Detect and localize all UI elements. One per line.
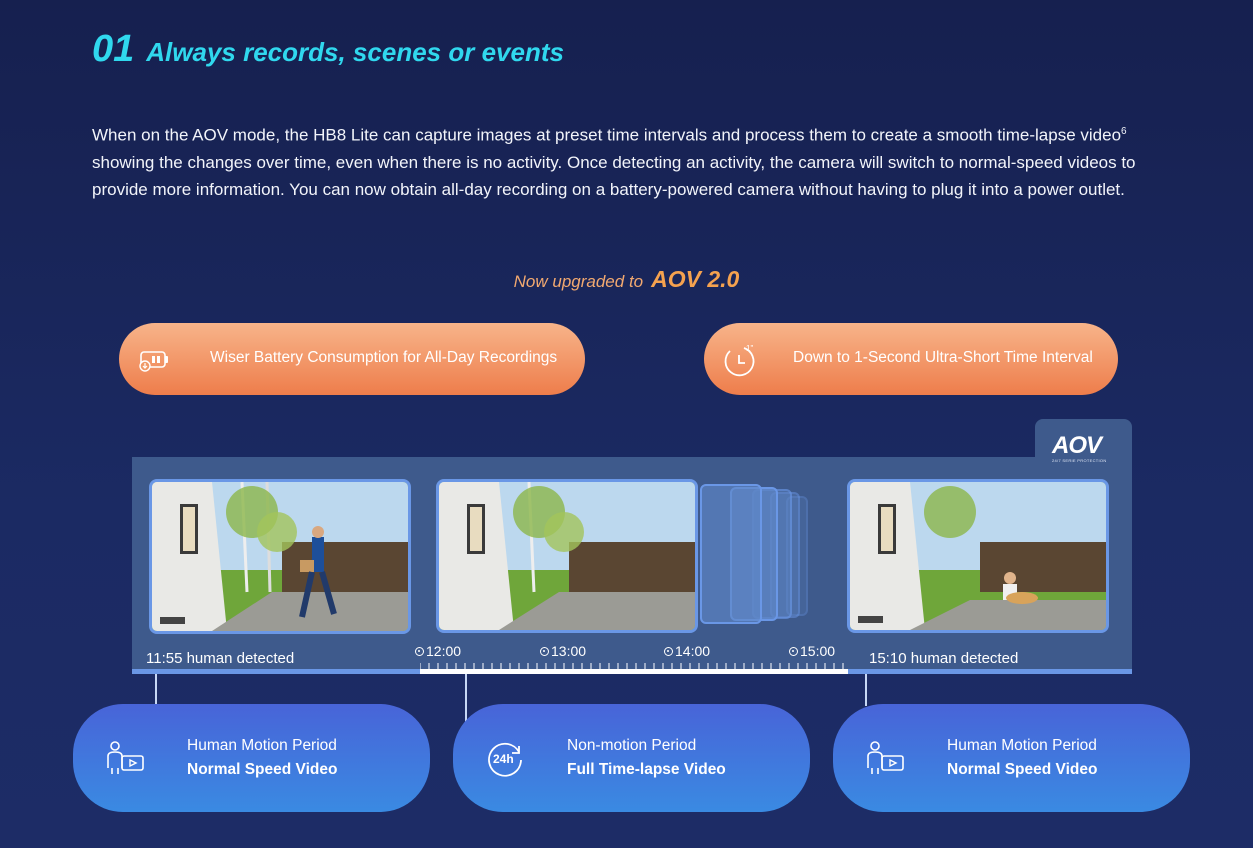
tick-label-1500: 15:00 (789, 643, 835, 659)
tick-text: 12:00 (426, 643, 462, 659)
connector-line (865, 674, 867, 706)
feature-pill-battery: Wiser Battery Consumption for All-Day Re… (119, 323, 585, 395)
tick-text: 14:00 (675, 643, 711, 659)
upgrade-name: AOV 2.0 (651, 266, 740, 292)
section-description: When on the AOV mode, the HB8 Lite can c… (92, 118, 1182, 203)
scene-image-human-1 (149, 479, 411, 634)
connector-line (155, 674, 157, 704)
timeline-motion-segment-1 (132, 669, 420, 674)
card-title: Non-motion Period (567, 737, 697, 754)
section-title: Always records, scenes or events (146, 37, 564, 67)
battery-icon (139, 351, 168, 372)
tick-label-1300: 13:00 (540, 643, 586, 659)
card-subtitle: Full Time-lapse Video (567, 761, 726, 778)
right-event-label: 15:10 human detected (869, 650, 1019, 667)
card-subtitle: Normal Speed Video (947, 761, 1098, 778)
timeline-ticks (420, 663, 844, 670)
timer-icon: 1" (724, 344, 755, 377)
tick-text: 15:00 (800, 643, 836, 659)
scene-image-human-2 (847, 479, 1109, 633)
tick-marker-icon (664, 646, 673, 656)
description-text-rest: showing the changes over time, even when… (92, 152, 1136, 199)
section-number: 01 (92, 28, 135, 70)
tick-marker-icon (540, 646, 549, 656)
card-title: Human Motion Period (187, 737, 337, 754)
aov-logo-tagline: 24/7 SERIE PROTECTION (1052, 458, 1107, 463)
upgrade-banner: Now upgraded to AOV 2.0 (0, 266, 1253, 293)
feature-label-battery: Wiser Battery Consumption for All-Day Re… (210, 349, 558, 366)
card-human-motion-1: Human Motion Period Normal Speed Video (73, 704, 430, 812)
scene-illustration (850, 482, 1106, 630)
upgrade-prefix: Now upgraded to (513, 272, 644, 291)
card-non-motion: 24h Non-motion Period Full Time-lapse Vi… (453, 704, 810, 812)
tick-label-1200: 12:00 (415, 643, 461, 659)
connector-line (465, 674, 467, 722)
person-video-icon (867, 741, 904, 774)
timeline-motion-segment-2 (848, 669, 1132, 674)
footnote-marker: 6 (1121, 126, 1127, 137)
description-text: When on the AOV mode, the HB8 Lite can c… (92, 125, 1122, 145)
tick-marker-icon (415, 646, 424, 656)
tick-marker-icon (789, 646, 798, 656)
timer-icon-text: 1" (746, 344, 753, 353)
person-video-icon (107, 741, 144, 774)
feature-label-interval: Down to 1-Second Ultra-Short Time Interv… (793, 349, 1093, 366)
card-title: Human Motion Period (947, 737, 1097, 754)
24h-icon: 24h (488, 742, 522, 777)
feature-pill-interval: 1" Down to 1-Second Ultra-Short Time Int… (704, 323, 1118, 395)
scene-illustration (152, 482, 408, 631)
timelapse-frame (700, 484, 762, 624)
aov-logo-text: AOV (1052, 432, 1102, 459)
scene-illustration (439, 482, 695, 630)
card-subtitle: Normal Speed Video (187, 761, 338, 778)
scene-image-timelapse (436, 479, 698, 633)
aov-logo: AOV 24/7 SERIE PROTECTION (1052, 432, 1118, 463)
section-heading: 01 Always records, scenes or events (92, 28, 564, 71)
24h-icon-text: 24h (493, 752, 514, 766)
tick-text: 13:00 (551, 643, 587, 659)
tick-label-1400: 14:00 (664, 643, 710, 659)
left-event-label: 11:55 human detected (146, 650, 295, 667)
card-human-motion-2: Human Motion Period Normal Speed Video (833, 704, 1190, 812)
